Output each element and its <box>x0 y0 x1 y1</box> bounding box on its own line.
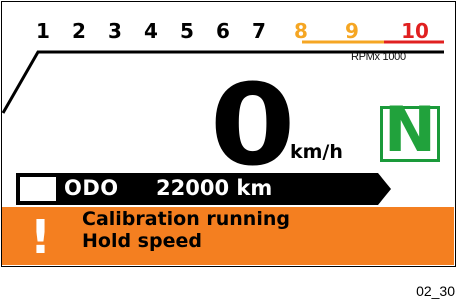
speed-value: 0 <box>209 61 296 191</box>
speed-unit-label: km/h <box>290 141 343 163</box>
rpm-mark: 2 <box>72 19 86 43</box>
rpm-unit-label: RPMx 1000 <box>351 51 406 63</box>
rpm-mark: 10 <box>401 19 429 43</box>
gear-value: N <box>384 93 436 166</box>
rpm-mark: 4 <box>144 19 158 43</box>
rpm-mark: 3 <box>108 19 122 43</box>
odometer-value: 22000 km <box>156 176 273 200</box>
rpm-mark: 9 <box>345 19 359 43</box>
figure-id: 02_30 <box>416 283 455 299</box>
gear-indicator: N <box>380 99 440 162</box>
rpm-mark: 5 <box>180 19 194 43</box>
rpm-mark: 8 <box>294 19 308 43</box>
rpm-mark: 7 <box>252 19 266 43</box>
exclamation-icon: ! <box>30 210 51 264</box>
odometer-label: ODO <box>64 176 119 200</box>
rpm-mark: 1 <box>36 19 50 43</box>
warning-message-line2: Hold speed <box>82 230 202 252</box>
odometer-indicator-box <box>20 177 56 201</box>
warning-message-line1: Calibration running <box>82 208 290 230</box>
rpm-mark: 6 <box>216 19 230 43</box>
